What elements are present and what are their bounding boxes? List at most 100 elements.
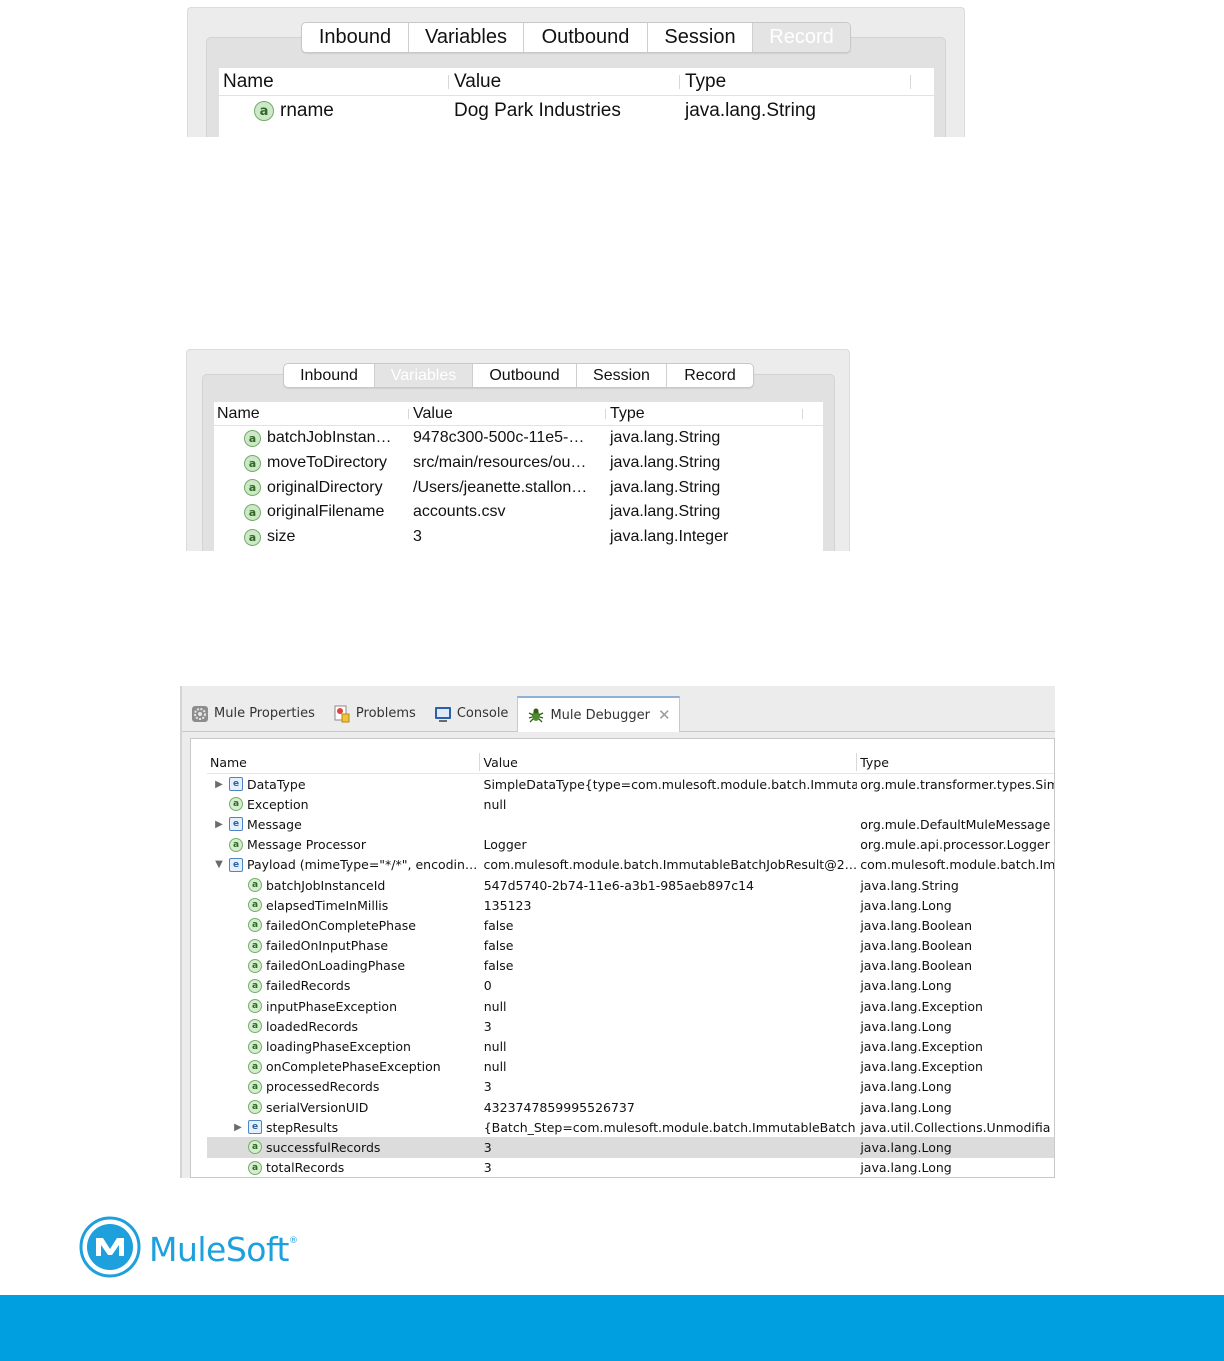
- tab-outbound[interactable]: Outbound: [473, 364, 577, 387]
- table-row[interactable]: a batchJobInstan… 9478c300-500c-11e5-… java…: [214, 426, 823, 451]
- mule-debugger-view: Mule Properties Problems Console Mule De…: [180, 686, 1055, 1178]
- tab-mule-debugger[interactable]: Mule Debugger ✕: [517, 696, 680, 732]
- tab-record[interactable]: Record: [667, 364, 753, 387]
- column-header-value[interactable]: Value: [480, 751, 857, 773]
- expand-toggle[interactable]: ▼: [213, 859, 225, 870]
- attribute-icon: a: [248, 938, 262, 953]
- tab-record[interactable]: Record: [753, 23, 850, 52]
- tree-row[interactable]: a inputPhaseException null java.lang.Except…: [207, 996, 1054, 1016]
- column-header-name[interactable]: Name: [207, 751, 481, 773]
- tree-row[interactable]: a loadingPhaseException null java.lang.Exce…: [207, 1036, 1054, 1056]
- row-type: java.lang.Boolean: [860, 938, 973, 954]
- tab-session[interactable]: Session: [577, 364, 667, 387]
- tree-row[interactable]: a failedOnLoadingPhase false java.lang.Bool…: [207, 956, 1054, 976]
- row-name-cell: a loadingPhaseException: [207, 1039, 481, 1054]
- table-row[interactable]: a moveToDirectory src/main/resources/ou… ja…: [214, 451, 823, 476]
- expand-toggle[interactable]: ▶: [213, 819, 225, 830]
- row-name-cell: a serialVersionUID: [207, 1100, 481, 1115]
- row-type: java.lang.Exception: [860, 1039, 983, 1055]
- tree-row[interactable]: a serialVersionUID 4323747859995526737 java…: [207, 1097, 1054, 1117]
- attribute-icon: a: [244, 479, 261, 497]
- column-header-type[interactable]: Type: [857, 751, 1054, 773]
- column-header-name[interactable]: Name: [219, 71, 449, 93]
- row-type: java.lang.Long: [860, 1079, 952, 1095]
- tree-row[interactable]: a totalRecords 3 java.lang.Long: [207, 1158, 1054, 1178]
- row-name-cell: a failedOnCompletePhase: [207, 918, 481, 933]
- row-name-cell: a totalRecords: [207, 1160, 481, 1175]
- row-value: 135123: [483, 897, 532, 913]
- tab-outbound[interactable]: Outbound: [524, 23, 648, 52]
- attribute-icon: a: [244, 528, 261, 546]
- tree-row[interactable]: ▶ e Message org.mule.DefaultMuleMessage: [207, 814, 1054, 834]
- properties-table: Name Value Type a batchJobInstan… 9478c300…: [214, 402, 823, 551]
- tree-row[interactable]: a onCompletePhaseException null java.lang.E…: [207, 1057, 1054, 1077]
- row-type: java.lang.Long: [860, 1099, 952, 1115]
- row-type: java.lang.Boolean: [860, 958, 973, 974]
- row-name-cell: ▶ e stepResults: [207, 1120, 481, 1135]
- tab-variables[interactable]: Variables: [409, 23, 524, 52]
- tree-row[interactable]: a Exception null: [207, 794, 1054, 814]
- row-name: size: [267, 528, 296, 546]
- row-name: failedOnInputPhase: [266, 938, 389, 954]
- row-name: Payload (mimeType="*/*", encodin…: [247, 857, 478, 873]
- row-name: processedRecords: [266, 1079, 380, 1095]
- row-name: stepResults: [266, 1119, 339, 1135]
- attribute-icon: a: [248, 1140, 262, 1155]
- tab-problems[interactable]: Problems: [324, 696, 425, 731]
- tab-variables[interactable]: Variables: [375, 364, 473, 387]
- tab-inbound[interactable]: Inbound: [302, 23, 409, 52]
- tab-session[interactable]: Session: [648, 23, 753, 52]
- tab-console[interactable]: Console: [425, 696, 518, 731]
- tree-row[interactable]: a failedOnCompletePhase false java.lang.Boo…: [207, 915, 1054, 935]
- table-row[interactable]: a originalDirectory/Users/jeanette.stallo…: [214, 475, 823, 500]
- row-name-cell: a batchJobInstan…: [214, 429, 409, 447]
- table-header: Name Value Type: [219, 68, 934, 96]
- table-row[interactable]: a size 3 java.lang.Integer: [214, 525, 823, 550]
- tree-row[interactable]: a elapsedTimeInMillis 135123 java.lang.Long: [207, 895, 1054, 915]
- tree-row[interactable]: a failedRecords 0 java.lang.Long: [207, 976, 1054, 996]
- tree-row[interactable]: ▶ e DataType SimpleDataType{type=com.muleso…: [207, 774, 1054, 794]
- row-type: java.lang.Long: [860, 1139, 952, 1155]
- element-icon: e: [229, 817, 243, 832]
- tab-mule-properties[interactable]: Mule Properties: [182, 696, 324, 731]
- column-header-type[interactable]: Type: [606, 405, 803, 423]
- expand-toggle[interactable]: ▶: [232, 1122, 244, 1133]
- row-type: java.lang.String: [610, 503, 721, 521]
- row-name-cell: a moveToDirectory: [214, 454, 409, 472]
- row-value: null: [483, 998, 507, 1014]
- tree-row[interactable]: a successfulRecords 3 java.lang.Long: [207, 1137, 1054, 1158]
- tree-row[interactable]: ▶ e stepResults {Batch_Step=com.mulesoft.mo…: [207, 1117, 1054, 1137]
- row-name: serialVersionUID: [266, 1099, 369, 1115]
- tree-row[interactable]: a loadedRecords 3 java.lang.Long: [207, 1016, 1054, 1036]
- table-row[interactable]: a rname Dog Park Industries java.lang.St…: [219, 96, 934, 126]
- gear-icon: [191, 705, 209, 723]
- tree-row[interactable]: a batchJobInstanceId 547d5740-2b74-11e6-a3…: [207, 875, 1054, 895]
- row-name: Message Processor: [247, 837, 366, 853]
- table-row[interactable]: a originalFilename accounts.csv java.lang.S…: [214, 500, 823, 525]
- close-icon[interactable]: ✕: [658, 706, 671, 724]
- column-header-value[interactable]: Value: [449, 71, 680, 93]
- row-name-cell: a batchJobInstanceId: [207, 878, 481, 893]
- tree-row[interactable]: a processedRecords 3 java.lang.Long: [207, 1077, 1054, 1097]
- row-name-cell: a originalFilename: [214, 503, 409, 521]
- row-type: java.lang.Long: [860, 1018, 952, 1034]
- expand-toggle[interactable]: ▶: [213, 779, 225, 790]
- row-name: DataType: [247, 776, 306, 792]
- row-type: java.lang.String: [610, 478, 721, 496]
- tree-row[interactable]: a failedOnInputPhase false java.lang.Boolea…: [207, 936, 1054, 956]
- tree-row[interactable]: ▼ e Payload (mimeType="*/*", encodin… com.m…: [207, 855, 1054, 875]
- row-name-cell: a elapsedTimeInMillis: [207, 898, 481, 913]
- column-header-name[interactable]: Name: [214, 405, 409, 423]
- column-header-value[interactable]: Value: [409, 405, 606, 423]
- bug-icon: [527, 706, 545, 724]
- table-header: Name Value Type: [207, 751, 1054, 774]
- tree-row[interactable]: a Message Processor Logger org.mule.api.pro…: [207, 835, 1054, 855]
- tab-inbound[interactable]: Inbound: [284, 364, 375, 387]
- attribute-icon: a: [244, 429, 261, 447]
- row-value: 0: [483, 978, 492, 994]
- flow-variables-panel: Inbound Variables Outbound Session Recor…: [186, 349, 850, 551]
- tab-label: Mule Properties: [214, 706, 315, 721]
- table-body: ▶ e DataType SimpleDataType{type=com.muleso…: [207, 774, 1054, 1178]
- column-header-type[interactable]: Type: [680, 71, 911, 93]
- row-value: false: [483, 958, 514, 974]
